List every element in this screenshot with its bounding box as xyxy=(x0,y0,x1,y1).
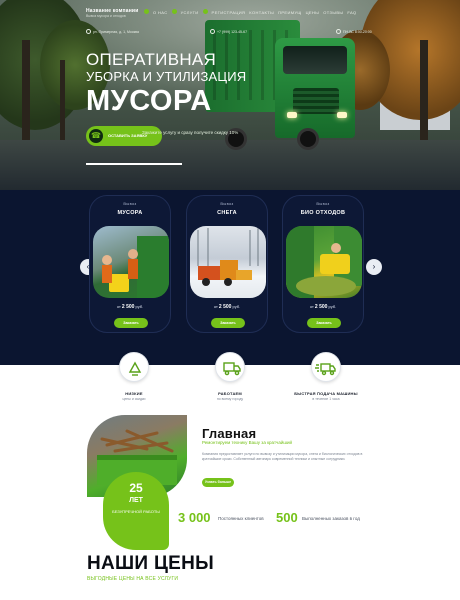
company-tagline: Вывоз мусора и отходов xyxy=(86,14,126,18)
cta-note: Закажите услугу и сразу получите скидку … xyxy=(142,130,239,135)
nav-item-contacts[interactable]: КОНТАКТЫ xyxy=(249,10,274,15)
experience-badge: 25 ЛЕТ БЕЗУПРЕЧНОЙ РАБОТЫ xyxy=(103,472,169,550)
hero-title-line1: ОПЕРАТИВНАЯ xyxy=(86,50,217,69)
phone-icon xyxy=(210,29,215,34)
service-kicker: Вывоз xyxy=(123,201,137,206)
service-price: от 2 500 руб. xyxy=(116,304,144,310)
service-kicker: Вывоз xyxy=(220,201,234,206)
top-bar: Название компании Вывоз мусора и отходов… xyxy=(0,0,460,24)
service-photo-bio xyxy=(286,226,362,298)
request-button[interactable]: ☎ ОСТАВИТЬ ЗАЯВКУ xyxy=(86,126,162,146)
feature-subtitle: цены и скидки xyxy=(122,397,146,401)
learn-more-button[interactable]: Узнать больше xyxy=(202,478,234,487)
nav-item-about[interactable]: О НАС xyxy=(153,10,168,15)
service-title: СНЕГА xyxy=(217,210,237,216)
badge-number: 25 xyxy=(129,481,143,495)
address-text: ул. Примерная, д. 1, Москва xyxy=(93,29,139,34)
headset-icon: ☎ xyxy=(89,129,103,143)
feature-subtitle: в течение 1 часа xyxy=(312,397,340,401)
hero-title-line2: УБОРКА И УТИЛИЗАЦИЯ xyxy=(86,69,247,84)
stat-value-orders: 500 xyxy=(276,510,298,525)
nav-item-reviews[interactable]: ОТЗЫВЫ xyxy=(323,10,343,15)
nav-dot-icon xyxy=(202,9,208,14)
carousel-next-button[interactable]: › xyxy=(366,259,382,275)
nav-item-faq[interactable]: FAQ xyxy=(347,10,356,15)
recycle-icon xyxy=(119,352,149,382)
phone-text[interactable]: +7 (999) 123-45-67 xyxy=(217,30,247,34)
feature-title: РАБОТАЕМ xyxy=(218,391,242,396)
nav-dot-icon xyxy=(144,9,149,14)
badge-unit: ЛЕТ xyxy=(129,497,143,504)
feature-subtitle: по всему городу xyxy=(216,397,244,401)
nav-item-advantages[interactable]: ПРЕИМУЩ xyxy=(278,10,302,15)
service-card-garbage: Вывоз МУСОРА от 2 500 руб. Заказать xyxy=(89,195,171,333)
order-button[interactable]: Заказать xyxy=(307,318,341,328)
feature-title: БЫСТРАЯ ПОДАЧА МАШИНЫ xyxy=(294,391,358,396)
nav-item-registration[interactable]: РЕГИСТРАЦИЯ xyxy=(212,10,246,15)
prices-heading: НАШИ ЦЕНЫ xyxy=(87,553,215,574)
nav-dot-icon xyxy=(171,9,177,14)
location-icon xyxy=(86,29,91,34)
service-title: МУСОРА xyxy=(117,210,143,216)
tree-trunk xyxy=(60,60,65,150)
nav-item-services[interactable]: УСЛУГИ xyxy=(181,10,199,15)
fast-truck-icon xyxy=(311,352,341,382)
nav-item-prices[interactable]: ЦЕНЫ xyxy=(306,10,320,15)
hero-title-line3: МУСОРА xyxy=(86,85,212,117)
hours-text: ПН-ВС 8:00-20:00 xyxy=(343,29,372,34)
main-nav: О НАС УСЛУГИ РЕГИСТРАЦИЯ КОНТАКТЫ ПРЕИМУ… xyxy=(144,9,357,15)
clock-icon xyxy=(336,29,341,34)
hours-line: ПН-ВС 8:00-20:00 xyxy=(336,29,372,34)
hero-divider xyxy=(86,163,182,165)
service-kicker: Вывоз xyxy=(316,201,330,206)
stat-label-clients: Постоянных клиентов xyxy=(218,516,264,521)
service-card-bio: Вывоз БИО ОТХОДОВ от 2 500 руб. Заказать xyxy=(282,195,364,333)
about-heading: Главная xyxy=(202,426,257,441)
order-button[interactable]: Заказать xyxy=(211,318,245,328)
hero-section: Название компании Вывоз мусора и отходов… xyxy=(0,0,460,190)
service-photo-garbage xyxy=(93,226,169,298)
stat-label-orders: Выполненных заказов в год xyxy=(302,516,360,521)
service-price: от 2 500 руб. xyxy=(213,304,241,310)
order-button[interactable]: Заказать xyxy=(114,318,148,328)
badge-text: БЕЗУПРЕЧНОЙ РАБОТЫ xyxy=(112,509,160,514)
tree-trunk xyxy=(420,40,428,150)
stat-value-clients: 3 000 xyxy=(178,510,211,525)
service-card-snow: Вывоз СНЕГА от 2 500 руб. Заказать xyxy=(186,195,268,333)
phone-line[interactable]: +7 (999) 123-45-67 xyxy=(210,29,247,34)
service-price: от 2 500 руб. xyxy=(309,304,337,310)
address-line: ул. Примерная, д. 1, Москва xyxy=(86,29,139,34)
about-subheading: Ремонтируем технику Вашу за кратчайший xyxy=(202,440,293,445)
service-photo-snow xyxy=(190,226,266,298)
truck-icon xyxy=(215,352,245,382)
garbage-truck-image xyxy=(205,20,355,150)
feature-title: НИЗКИЕ xyxy=(125,391,143,396)
service-title: БИО ОТХОДОВ xyxy=(300,210,346,216)
prices-subheading: ВЫГОДНЫЕ ЦЕНЫ НА ВСЕ УСЛУГИ xyxy=(87,576,179,582)
about-paragraph: Компания предоставляет услуги по вывозу … xyxy=(202,452,363,462)
tree-trunk xyxy=(22,40,30,150)
